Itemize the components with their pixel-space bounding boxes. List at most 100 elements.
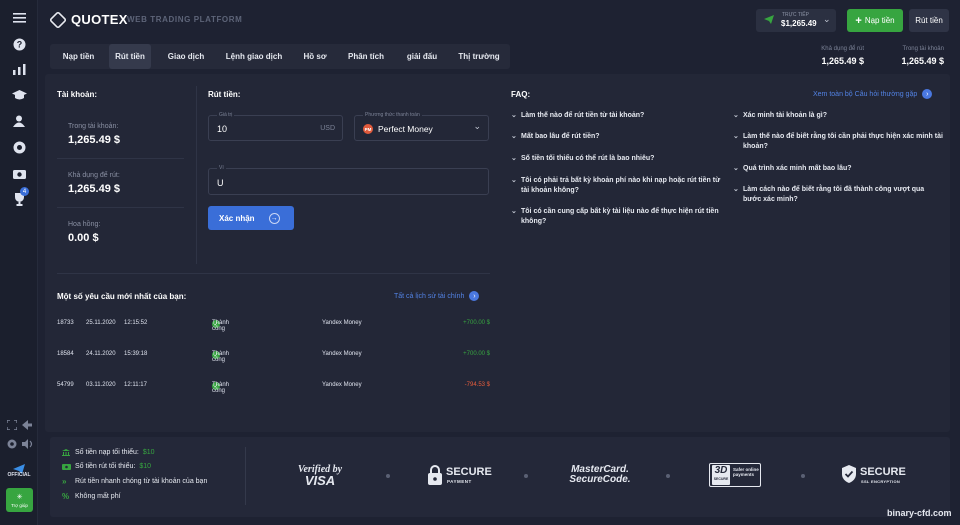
tab-withdraw[interactable]: Rút tiền [109, 44, 151, 69]
user-icon[interactable] [10, 112, 28, 130]
telegram-icon[interactable] [13, 461, 25, 474]
balance-value: 1,265.49 $ [68, 183, 120, 195]
request-method: Yandex Money [322, 351, 362, 357]
pie-chart-icon[interactable] [10, 138, 28, 156]
request-date: 03.11.2020 [86, 382, 116, 388]
tab-analytics[interactable]: Phân tích [340, 44, 392, 69]
feature-text: Rút tiền nhanh chóng từ tài khoản của bạ… [75, 478, 208, 485]
separator-dot [386, 474, 390, 478]
faq-question[interactable]: ⌄ Làm thế nào để biết rằng tôi cần phải t… [733, 132, 943, 152]
ssl-top: SECURE [860, 466, 906, 478]
header-stat-value: 1,265.49 $ [901, 56, 944, 66]
help-button[interactable]: ✳ Trợ giúp [6, 488, 33, 512]
request-time: 15:39:18 [124, 351, 148, 357]
currency-label: USD [320, 125, 335, 132]
faq-question-text: Xác minh tài khoản là gì? [743, 112, 828, 119]
chevron-down-icon: ⌄ [511, 155, 517, 162]
faq-question[interactable]: ⌄ Tôi có phải trả bất kỳ khoản phí nào kh… [511, 176, 723, 196]
chevron-down-icon: ⌄ [823, 14, 831, 24]
faq-all-link[interactable]: Xem toàn bộ Câu hỏi thường gặp › [813, 89, 933, 99]
payment-method-select[interactable]: Phương thức thanh toán PM Perfect Money … [354, 112, 489, 141]
amount-value: 10 [217, 124, 228, 134]
method-label: Phương thức thanh toán [363, 112, 422, 118]
status-label: Thành công [212, 320, 230, 332]
mc-bottom: SecureCode. [569, 474, 631, 485]
tab-profile[interactable]: Hồ sơ [295, 44, 335, 69]
request-time: 12:11:17 [124, 382, 147, 388]
faq-question[interactable]: ⌄ Xác minh tài khoản là gì? [733, 111, 943, 121]
3d-sub: SECURE [713, 477, 729, 481]
requests-title: Một số yêu cầu mới nhất của bạn: [57, 292, 187, 301]
confirm-button[interactable]: Xác nhận → [208, 206, 294, 230]
arrow-right-icon: › [469, 291, 480, 301]
tab-trades[interactable]: Giao dịch [160, 44, 212, 69]
faq-question[interactable]: ⌄ Làm cách nào để biết rằng tôi đã thành … [733, 185, 943, 205]
faq-title: FAQ: [511, 90, 531, 99]
amount-label: Giá trị [217, 112, 235, 118]
sound-icon[interactable] [21, 438, 33, 450]
tab-market[interactable]: Thị trường [452, 44, 506, 69]
method-value: Perfect Money [378, 124, 433, 134]
logout-icon[interactable] [21, 419, 33, 431]
verified-by-visa-logo: Verified by VISA [290, 464, 350, 488]
faq-question[interactable]: ⌄ Quá trình xác minh mất bao lâu? [733, 164, 943, 174]
feature-text: Không mất phí [75, 493, 121, 500]
header-stat-available: Khả dụng để rút 1,265.49 $ [798, 46, 864, 66]
tab-deposit[interactable]: Nạp tiền [52, 44, 105, 69]
request-id: 18733 [57, 320, 74, 326]
account-switcher[interactable]: TRỰC TIẾP $1,265.49 ⌄ [756, 9, 836, 32]
3d-box: 3D SECURE [712, 465, 730, 485]
secure-top: SECURE [446, 466, 492, 478]
status-label: Thành công [212, 351, 230, 363]
withdraw-button[interactable]: Rút tiền [909, 9, 949, 32]
shield-check-icon [842, 465, 856, 483]
wallet-input[interactable]: Ví U [208, 165, 489, 195]
chevron-down-icon: ⌄ [733, 112, 739, 119]
header-stat-value: 1,265.49 $ [821, 56, 864, 66]
header-stat-in-account: Trong tài khoản 1,265.49 $ [878, 46, 944, 66]
header-stat-label: Trong tài khoản [902, 46, 944, 52]
double-chevron-icon: » [62, 477, 67, 486]
faq-question[interactable]: ⌄ Mất bao lâu để rút tiền? [511, 132, 723, 142]
graduation-cap-icon[interactable] [10, 86, 28, 104]
faq-question-text: Tôi có cần cung cấp bất kỳ tài liệu nào … [521, 208, 719, 225]
faq-question-text: Tôi có phải trả bất kỳ khoản phí nào khi… [521, 177, 721, 194]
deposit-button-label: Nạp tiền [864, 16, 895, 25]
history-link[interactable]: Tất cả lịch sử tài chính › [394, 291, 480, 301]
divider [57, 207, 184, 208]
footer-feature: Số tiền nạp tối thiểu: $10 [62, 449, 155, 456]
request-amount: +700.00 $ [463, 320, 490, 326]
status-label: Thành công [212, 382, 230, 394]
request-amount: +700.00 $ [463, 351, 490, 357]
request-date: 24.11.2020 [86, 351, 116, 357]
header-stat-label: Khả dụng để rút [821, 46, 864, 52]
mastercard-securecode-logo: MasterCard. SecureCode. [560, 464, 640, 485]
logo-icon [48, 10, 68, 30]
market-icon[interactable] [10, 164, 28, 182]
chart-bars-icon[interactable] [10, 60, 28, 78]
fullscreen-icon[interactable] [6, 419, 18, 431]
svg-text:?: ? [16, 39, 22, 49]
3d-mark: 3D [714, 465, 728, 476]
account-mode: TRỰC TIẾP [782, 12, 809, 18]
feature-text: Số tiền rút tối thiểu: [75, 463, 136, 470]
settings-gear-icon[interactable] [6, 438, 18, 450]
faq-question[interactable]: ⌄ Số tiền tối thiểu có thể rút là bao nhi… [511, 154, 723, 164]
plus-icon: + [855, 14, 862, 27]
confirm-button-label: Xác nhận [219, 213, 255, 223]
notification-badge: 4 [20, 187, 29, 196]
faq-question[interactable]: ⌄ Tôi có cần cung cấp bất kỳ tài liệu nào… [511, 207, 723, 227]
tab-tournaments[interactable]: giải đấu [398, 44, 446, 69]
tab-orders[interactable]: Lệnh giao dịch [220, 44, 288, 69]
deposit-button[interactable]: + Nạp tiền [847, 9, 903, 32]
chevron-down-icon: ⌄ [511, 133, 517, 140]
menu-icon[interactable] [10, 9, 28, 27]
balance-available: Khả dụng để rút: 1,265.49 $ [68, 172, 120, 195]
faq-question[interactable]: ⌄ Làm thế nào để rút tiền từ tài khoản? [511, 111, 723, 121]
request-method: Yandex Money [322, 382, 362, 388]
faq-question-text: Mất bao lâu để rút tiền? [521, 133, 600, 140]
amount-input[interactable]: Giá trị 10 USD [208, 112, 343, 141]
help-circle-icon[interactable]: ? [10, 35, 28, 53]
request-row: 18733 25.11.2020 12:15:52 ✓ Thành công Yandex… [57, 320, 490, 334]
vertical-divider [196, 86, 197, 264]
